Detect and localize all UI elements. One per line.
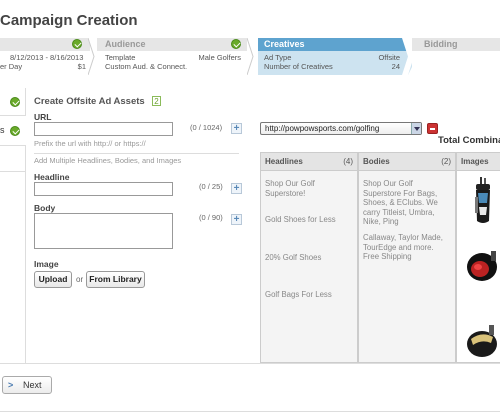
headline-item[interactable]: Golf Bags For Less — [265, 290, 351, 300]
body-item[interactable]: Callaway, Taylor Made, TourEdge and more… — [363, 233, 447, 262]
total-combinations-label: Total Combina — [438, 135, 500, 146]
section-badge: 2 — [152, 96, 161, 106]
section-title: Create Offsite Ad Assets — [34, 96, 145, 107]
upload-button[interactable]: Upload — [34, 271, 72, 288]
sidebar-check-icon — [10, 126, 20, 136]
body-item[interactable]: Shop Our Golf Superstore For Bags, Shoes… — [363, 179, 447, 227]
headline-item[interactable]: Shop Our Golf Superstore! — [265, 179, 351, 198]
sidebar-item-2[interactable]: s — [0, 116, 26, 146]
headlines-column: Headlines (4) Shop Our Golf Superstore! … — [260, 152, 358, 363]
per-day-value: $1 — [77, 62, 86, 71]
url-select[interactable]: http://powpowsports.com/golfing — [260, 122, 422, 135]
creatives-step-title: Creatives — [258, 38, 404, 51]
footer-divider — [0, 363, 500, 364]
step-creatives[interactable]: Creatives Ad Type Offsite Number of Crea… — [258, 38, 404, 75]
body-textarea[interactable] — [34, 213, 173, 249]
audience-step-title: Audience — [97, 38, 247, 51]
golf-driver-image[interactable] — [465, 325, 499, 359]
headline-item[interactable]: Gold Shoes for Less — [265, 215, 351, 225]
bidding-step-title: Bidding — [412, 38, 500, 51]
bodies-title: Bodies — [363, 157, 390, 166]
ad-type-value: Offsite — [378, 53, 400, 62]
headline-item[interactable]: 20% Golf Shoes — [265, 253, 351, 263]
images-title: Images — [457, 153, 500, 171]
remove-url-button[interactable] — [427, 123, 438, 134]
headline-input[interactable] — [34, 182, 173, 196]
step-dates[interactable]: 8/12/2013 - 8/16/2013 er Day $1 — [0, 38, 90, 75]
template-label: Template — [105, 53, 136, 62]
or-label: or — [76, 275, 84, 284]
bodies-column: Bodies (2) Shop Our Golf Superstore For … — [358, 152, 456, 363]
chevron-down-icon — [411, 123, 421, 134]
headline-char-count: (0 / 25) — [199, 182, 223, 191]
headline-label: Headline — [34, 172, 70, 182]
headlines-title: Headlines — [265, 157, 303, 166]
url-label: URL — [34, 112, 52, 122]
num-creatives-label: Number of Creatives — [264, 62, 333, 71]
per-day-label: er Day — [0, 62, 23, 71]
chevron-right-icon: > — [8, 380, 14, 390]
multi-assets-hint: Add Multiple Headlines, Bodies, and Imag… — [34, 156, 182, 165]
template-value: Male Golfers — [198, 53, 241, 62]
num-creatives-value: 24 — [391, 62, 400, 71]
audience-desc: Custom Aud. & Connect. — [105, 62, 188, 71]
sidebar-item-1[interactable] — [0, 88, 26, 116]
dates-range: 8/12/2013 - 8/16/2013 — [10, 53, 84, 62]
golf-bag-image[interactable] — [471, 177, 495, 225]
audience-complete-check-icon — [231, 39, 241, 49]
campaign-creation-page: Campaign Creation 8/12/2013 - 8/16/2013 … — [0, 0, 500, 417]
assets-grid: Headlines (4) Shop Our Golf Superstore! … — [260, 152, 500, 363]
steps-bar: 8/12/2013 - 8/16/2013 er Day $1 Audience… — [0, 38, 500, 75]
divider — [34, 153, 239, 154]
ad-type-label: Ad Type — [264, 53, 292, 62]
sidebar-check-icon — [10, 97, 20, 107]
bottom-divider — [0, 411, 500, 412]
left-sidebar: s — [0, 88, 26, 363]
next-button[interactable]: > Next — [2, 376, 52, 394]
add-body-button[interactable]: + — [231, 214, 242, 225]
url-input[interactable] — [34, 122, 173, 136]
step-audience[interactable]: Audience Template Male Golfers Custom Au… — [97, 38, 247, 75]
next-label: Next — [23, 380, 42, 390]
url-select-value: http://powpowsports.com/golfing — [265, 124, 380, 133]
url-char-count: (0 / 1024) — [190, 123, 223, 132]
page-title: Campaign Creation — [0, 12, 138, 29]
bodies-count: (2) — [441, 157, 451, 166]
dates-complete-check-icon — [72, 39, 82, 49]
step-bidding[interactable]: Bidding — [412, 38, 500, 75]
body-char-count: (0 / 90) — [199, 213, 223, 222]
url-hint: Prefix the url with http:// or https:// — [34, 139, 146, 148]
body-label: Body — [34, 203, 56, 213]
golf-driver-image[interactable] — [465, 249, 499, 283]
add-url-button[interactable]: + — [231, 123, 242, 134]
headlines-count: (4) — [343, 157, 353, 166]
sidebar-item-3[interactable] — [0, 146, 26, 172]
add-headline-button[interactable]: + — [231, 183, 242, 194]
from-library-button[interactable]: From Library — [86, 271, 145, 288]
images-column: Images — [456, 152, 500, 363]
sidebar-item-label: s — [0, 125, 5, 135]
image-label: Image — [34, 259, 59, 269]
